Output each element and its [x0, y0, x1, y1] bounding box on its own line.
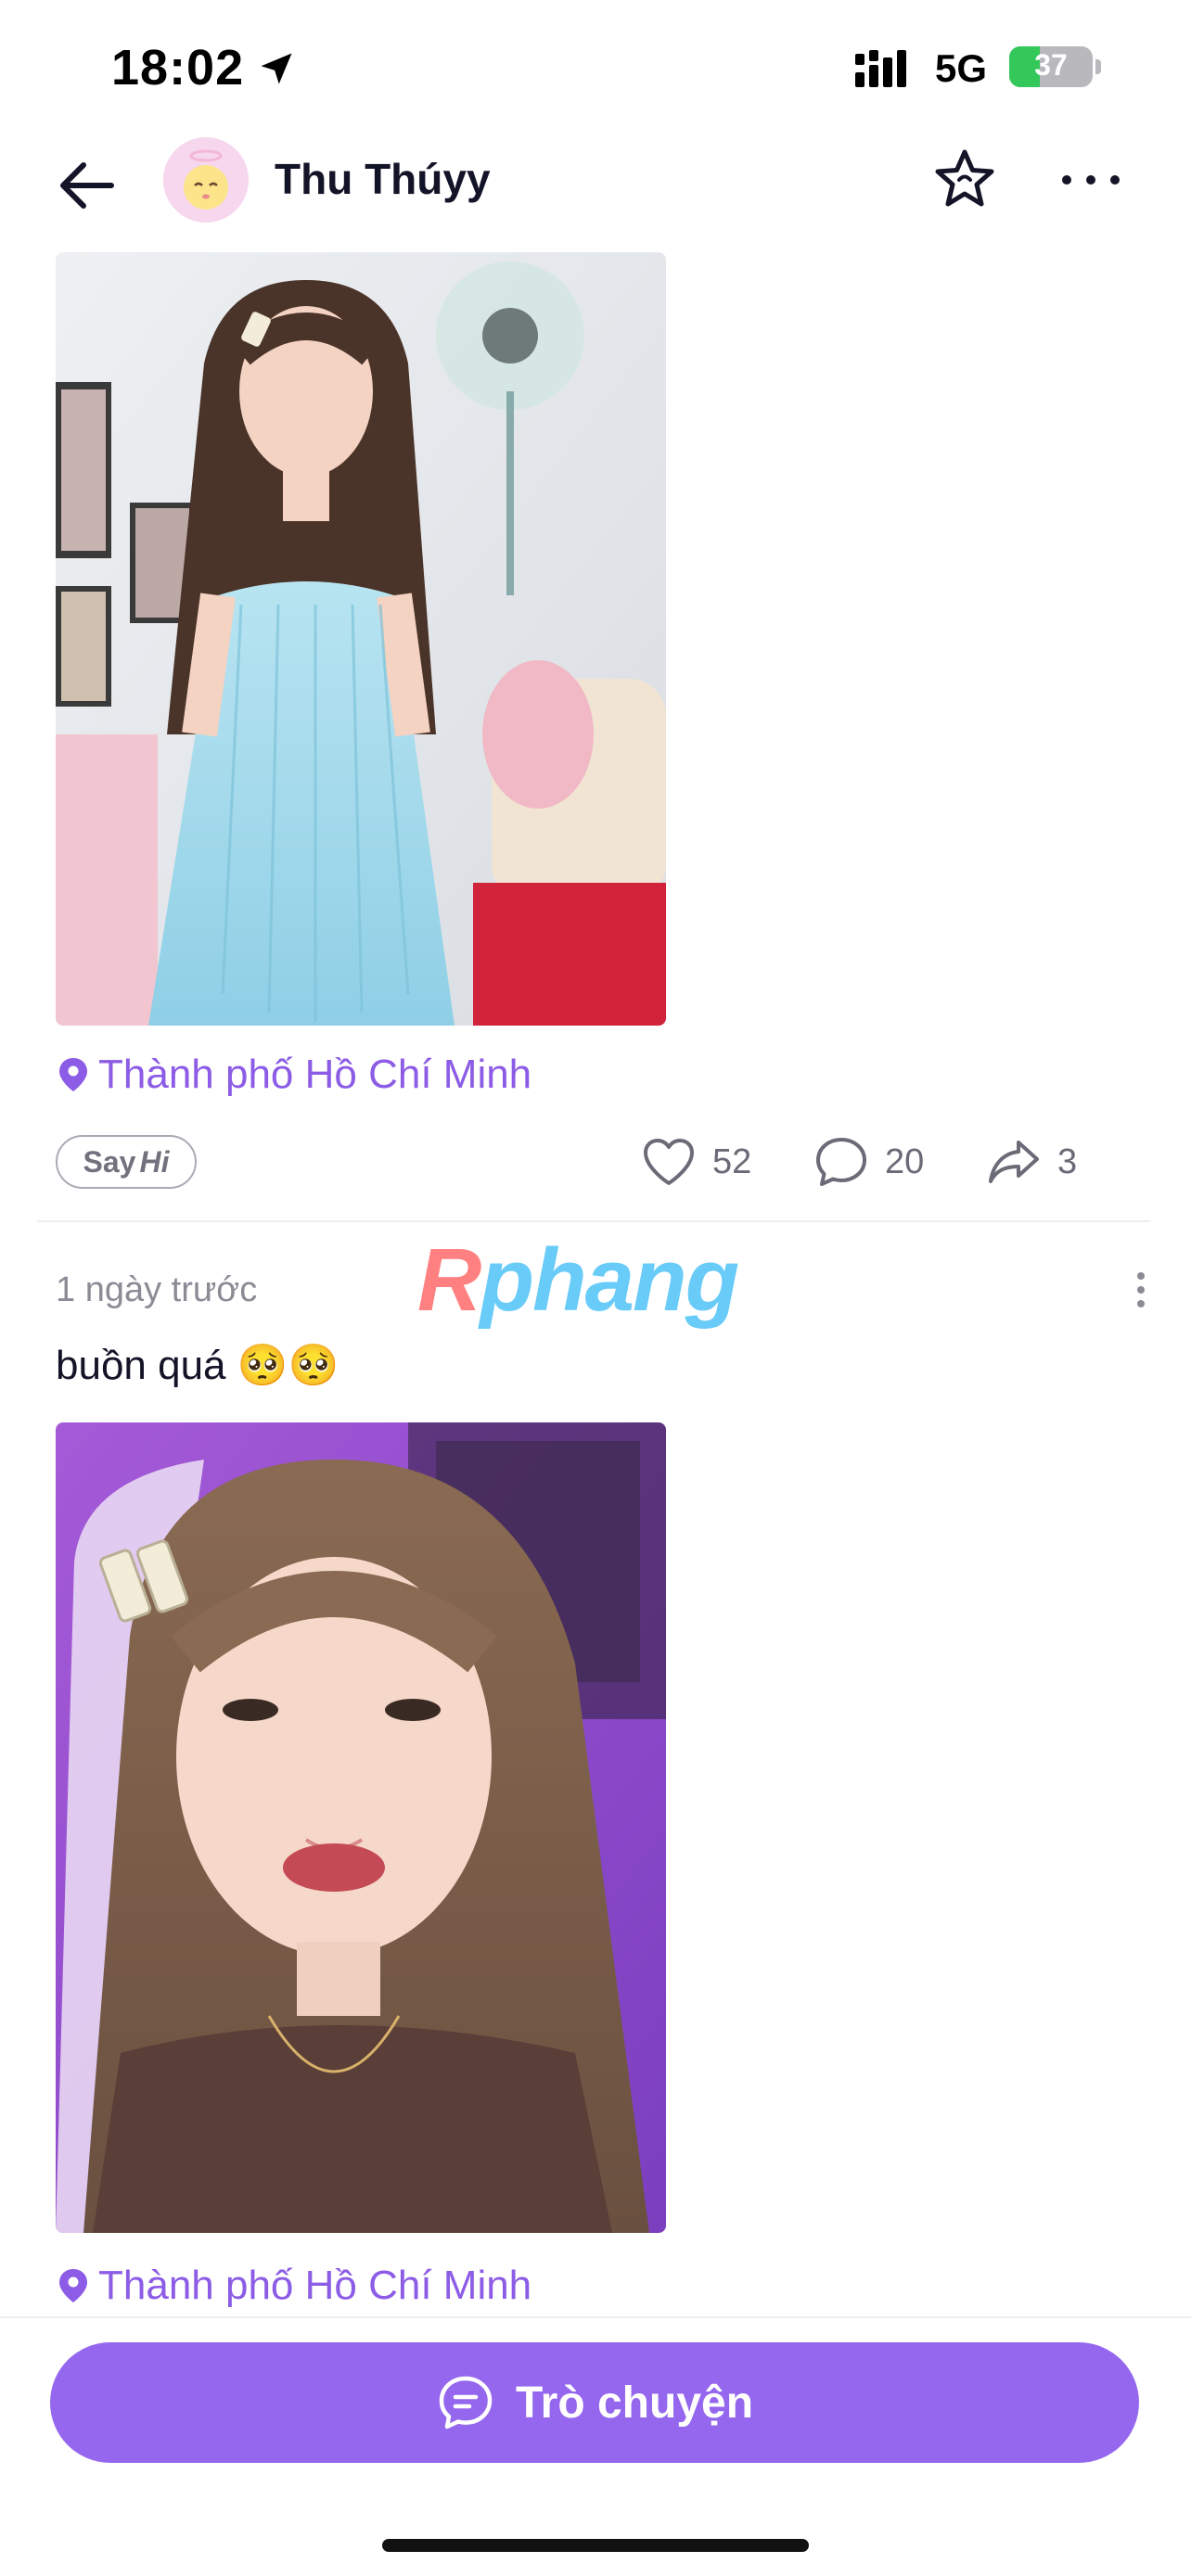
share-button[interactable]: 3	[985, 1133, 1077, 1191]
chat-bubble-icon	[439, 2376, 493, 2429]
location-arrow-icon	[261, 53, 292, 84]
star-icon[interactable]	[928, 143, 1002, 217]
chat-button[interactable]: Trò chuyện	[50, 2342, 1139, 2463]
back-arrow-icon[interactable]	[50, 148, 124, 223]
post-location[interactable]: Thành phố Hồ Chí Minh	[58, 2263, 531, 2309]
post-location[interactable]: Thành phố Hồ Chí Minh	[58, 1052, 531, 1098]
share-arrow-icon	[989, 1141, 1039, 1183]
say-hi-prefix: Say	[83, 1144, 136, 1179]
more-horizontal-icon[interactable]	[1054, 143, 1128, 217]
profile-header: Thu Thúyy	[0, 130, 1191, 250]
location-text: Thành phố Hồ Chí Minh	[98, 1052, 532, 1097]
like-count: 52	[712, 1141, 752, 1181]
say-hi-suffix: Hi	[139, 1144, 170, 1179]
comment-button[interactable]: 20	[813, 1133, 924, 1191]
signal-icon	[855, 50, 906, 87]
share-count: 3	[1057, 1141, 1078, 1181]
avatar[interactable]	[163, 137, 249, 223]
battery-indicator: 37	[1009, 46, 1093, 87]
photo-girl-purple-room	[56, 1422, 666, 2233]
map-pin-icon	[59, 1058, 87, 1091]
post-time: 1 ngày trước	[56, 1270, 258, 1309]
watermark-left: R	[417, 1231, 481, 1330]
battery-cap	[1095, 59, 1101, 74]
battery-level: 37	[1034, 48, 1068, 82]
map-pin-icon	[59, 2269, 87, 2302]
user-name: Thu Thúyy	[275, 155, 491, 203]
like-button[interactable]: 52	[640, 1133, 751, 1191]
chat-button-label: Trò chuyện	[515, 2378, 754, 2428]
comment-bubble-icon	[816, 1138, 866, 1186]
say-hi-button[interactable]: Say Hi	[56, 1135, 197, 1189]
post-photo[interactable]	[56, 1422, 666, 2233]
post-caption: buồn quá 🥺🥺	[56, 1343, 339, 1388]
heart-icon	[644, 1139, 694, 1185]
avatar-face-icon	[163, 137, 249, 223]
photo-girl-blue-dress	[56, 252, 666, 1026]
watermark-right: phang	[480, 1231, 739, 1330]
post-divider	[37, 1220, 1150, 1222]
bottom-bar: Trò chuyện	[0, 2316, 1191, 2576]
location-text: Thành phố Hồ Chí Minh	[98, 2263, 532, 2308]
watermark-logo: Rphang	[417, 1230, 739, 1332]
status-bar: 18:02 5G 37	[0, 0, 1191, 130]
comment-count: 20	[885, 1141, 925, 1181]
post-photo[interactable]	[56, 252, 666, 1026]
network-label: 5G	[935, 46, 988, 90]
status-time: 18:02	[111, 40, 245, 96]
home-indicator[interactable]	[382, 2539, 809, 2552]
more-vertical-icon[interactable]	[1122, 1267, 1159, 1313]
